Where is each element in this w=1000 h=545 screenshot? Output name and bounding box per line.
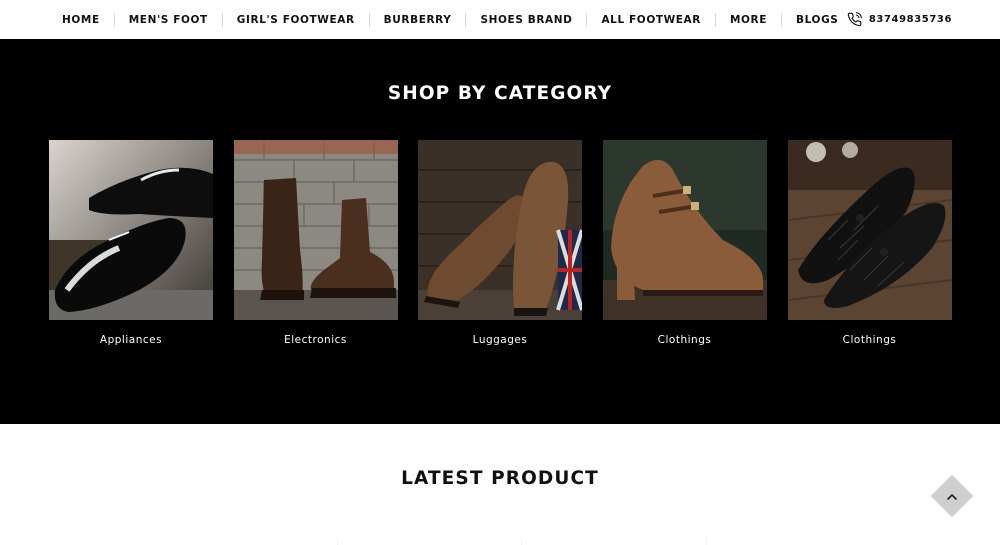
- category-card-electronics[interactable]: Electronics: [233, 140, 398, 355]
- category-card-luggages[interactable]: Luggages: [418, 140, 582, 355]
- main-menu: HOME MEN'S FOOT GIRL'S FOOTWEAR BURBERRY…: [48, 0, 852, 39]
- category-label[interactable]: Clothings: [603, 334, 767, 346]
- nav-item-all-footwear[interactable]: ALL FOOTWEAR: [587, 12, 716, 27]
- divider-mark: [706, 538, 707, 545]
- nav-item-blogs[interactable]: BLOGS: [782, 13, 852, 27]
- nav-item-shoes-brand[interactable]: SHOES BRAND: [466, 12, 588, 27]
- category-card-clothings[interactable]: Clothings: [602, 140, 767, 355]
- category-label[interactable]: Luggages: [418, 334, 582, 346]
- nav-item-burberry[interactable]: BURBERRY: [370, 12, 467, 27]
- category-image[interactable]: [233, 140, 398, 320]
- category-label[interactable]: Clothings: [788, 334, 952, 346]
- nav-item-more[interactable]: MORE: [716, 12, 783, 27]
- phone-icon: [847, 12, 862, 27]
- category-label[interactable]: Electronics: [234, 334, 398, 346]
- divider-mark: [521, 538, 522, 545]
- section-title: SHOP BY CATEGORY: [387, 83, 613, 104]
- category-label[interactable]: Appliances: [49, 334, 213, 346]
- nav-item-home[interactable]: HOME: [48, 12, 115, 27]
- category-image[interactable]: [602, 140, 767, 320]
- category-image[interactable]: [49, 140, 213, 320]
- shop-by-category-section: SHOP BY CATEGORY Appliances Electronics …: [0, 39, 1000, 424]
- phone-number: 83749835736: [868, 14, 952, 25]
- phone-contact[interactable]: 83749835736: [847, 0, 952, 39]
- nav-item-mens-foot[interactable]: MEN'S FOOT: [115, 12, 223, 27]
- category-card-clothings-2[interactable]: Clothings: [787, 140, 952, 355]
- chevron-up-icon[interactable]: [944, 489, 960, 505]
- top-navigation: HOME MEN'S FOOT GIRL'S FOOTWEAR BURBERRY…: [0, 0, 1000, 39]
- category-grid: Appliances Electronics Luggages Clothing…: [49, 140, 952, 355]
- category-card-appliances[interactable]: Appliances: [49, 140, 213, 355]
- nav-item-girls-footwear[interactable]: GIRL'S FOOTWEAR: [223, 12, 370, 27]
- latest-product-title: LATEST PRODUCT: [401, 468, 599, 489]
- divider-mark: [337, 538, 338, 545]
- category-image[interactable]: [418, 140, 582, 320]
- category-image[interactable]: [787, 140, 952, 320]
